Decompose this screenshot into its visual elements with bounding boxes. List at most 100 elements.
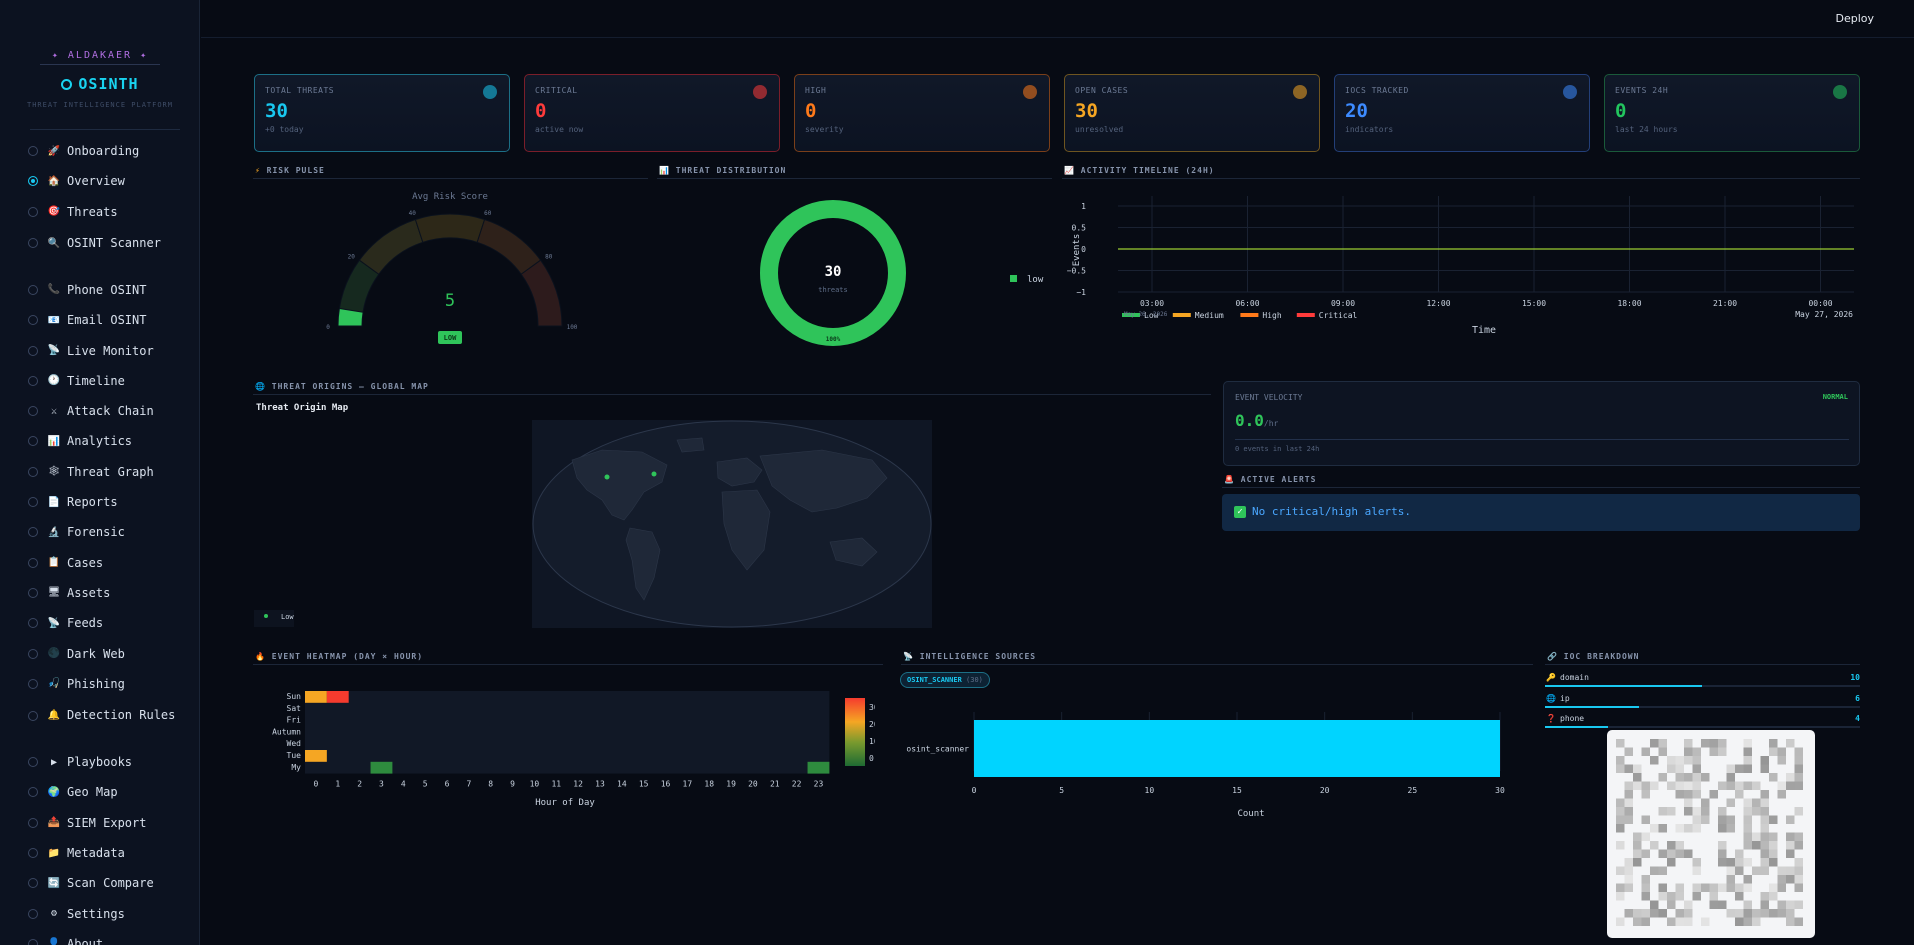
nav-icon: ⚔ (50, 405, 58, 417)
qr-module (1726, 781, 1735, 790)
sidebar-item-detection-rules[interactable]: 🔔 Detection Rules (28, 707, 187, 724)
x-tick: 09:00 (1331, 299, 1355, 308)
ioc-row-phone[interactable]: ❓ phone 4 (1545, 712, 1860, 730)
qr-module (1624, 798, 1633, 807)
qr-module (1641, 747, 1650, 756)
sidebar-item-feeds[interactable]: 📡 Feeds (28, 616, 103, 630)
qr-module (1777, 747, 1786, 756)
qr-module (1650, 824, 1659, 833)
sidebar-item-onboarding[interactable]: 🚀 Onboarding (28, 144, 139, 158)
ioc-row-ip[interactable]: 🌐 ip 6 (1545, 692, 1860, 710)
heatmap-cell[interactable] (305, 691, 327, 703)
sidebar-item-label: About (67, 936, 104, 945)
kpi-label: IOCS TRACKED (1345, 86, 1409, 95)
qr-module (1786, 815, 1795, 824)
qr-module (1692, 747, 1701, 756)
nav-icon: 📋 (47, 557, 61, 569)
sidebar-item-about[interactable]: 👤 About (28, 937, 103, 945)
sidebar-item-email-osint[interactable]: 📧 Email OSINT (28, 313, 146, 327)
y-tick: −1 (1076, 288, 1086, 297)
sidebar-item-assets[interactable]: 🖥 Assets (28, 586, 110, 600)
heatmap-row-label: Tue (287, 751, 302, 760)
heatmap-cell[interactable] (807, 761, 830, 774)
velocity-label: EVENT VELOCITY (1235, 393, 1303, 402)
qr-module (1658, 883, 1667, 892)
qr-module (1752, 866, 1761, 875)
radio-icon (28, 678, 38, 689)
sidebar-item-attack-chain[interactable]: ⚔ Attack Chain (28, 404, 154, 418)
kpi-card-high: HIGH 0 severity (794, 74, 1050, 152)
ioc-count: 4 (1855, 714, 1860, 723)
sidebar-item-settings[interactable]: ⚙ Settings (28, 907, 125, 921)
kpi-label: TOTAL THREATS (265, 86, 335, 95)
qr-module (1633, 764, 1642, 773)
velocity-status: NORMAL (1822, 393, 1848, 401)
sidebar-item-label: Feeds (67, 616, 104, 631)
sidebar-item-timeline[interactable]: 🕐 Timeline (28, 374, 125, 388)
circle-icon (61, 79, 73, 90)
sidebar-item-geo-map[interactable]: 🌍 Geo Map (28, 785, 118, 799)
sidebar-item-phone-osint[interactable]: 📞 Phone OSINT (28, 283, 146, 297)
sidebar-item-live-monitor[interactable]: 📡 Live Monitor (28, 344, 154, 358)
heatmap-cell[interactable] (370, 761, 393, 774)
qr-module (1675, 790, 1684, 799)
heatmap-x-tick: 16 (661, 780, 671, 789)
qr-module (1616, 815, 1625, 824)
source-badge[interactable]: OSINT_SCANNER (30) (900, 672, 990, 688)
sidebar-item-forensic[interactable]: 🔬 Forensic (28, 525, 125, 539)
qr-module (1777, 875, 1786, 884)
qr-module (1718, 781, 1727, 790)
radio-icon (28, 878, 38, 889)
radio-icon (28, 787, 38, 798)
kpi-icon (1293, 85, 1307, 99)
sidebar-item-threat-graph[interactable]: 🕸 Threat Graph (28, 465, 154, 479)
qr-module (1616, 798, 1625, 807)
event-heatmap-chart: SunSatFriAutumnWedTueMy0 1 2 3 4 5 6 7 8 9 10 11 12 1… (272, 691, 875, 808)
sidebar-item-osint-scanner[interactable]: 🔍 OSINT Scanner (28, 235, 187, 252)
sidebar-item-phishing[interactable]: 🎣 Phishing (28, 677, 125, 691)
sidebar-item-label: Threats (67, 204, 118, 219)
sidebar-item-metadata[interactable]: 📁 Metadata (28, 846, 125, 860)
deploy-button[interactable]: Deploy (1835, 12, 1874, 25)
bar-osint_scanner[interactable] (974, 720, 1500, 777)
qr-module (1675, 773, 1684, 782)
world-map[interactable] (532, 420, 932, 628)
y-tick: 0 (1081, 245, 1086, 254)
sidebar-item-reports[interactable]: 📄 Reports (28, 495, 118, 509)
qr-module (1709, 739, 1718, 748)
kpi-icon (1563, 85, 1577, 99)
legend-label: High (1262, 311, 1281, 320)
heatmap-cell[interactable] (326, 691, 349, 703)
divider (901, 664, 1533, 665)
sidebar-item-analytics[interactable]: 📊 Analytics (28, 434, 132, 448)
sidebar-item-label: Timeline (67, 373, 125, 388)
sidebar-item-dark-web[interactable]: 🌑 Dark Web (28, 647, 125, 661)
heatmap-row-label: Fri (287, 716, 302, 725)
donut-center-value: 30 (825, 264, 842, 280)
sidebar-item-cases[interactable]: 📋 Cases (28, 556, 103, 570)
sidebar-item-siem-export[interactable]: 📤 SIEM Export (28, 816, 146, 830)
sidebar-item-overview[interactable]: 🏠 Overview (28, 174, 125, 188)
sidebar-item-label: Attack Chain (67, 404, 154, 419)
sidebar-item-threats[interactable]: 🎯 Threats (28, 205, 118, 219)
qr-module (1760, 858, 1769, 867)
kpi-sub: indicators (1345, 125, 1394, 134)
nav-icon: 📊 (47, 435, 61, 447)
heatmap-cell[interactable] (305, 750, 327, 762)
alert-message: No critical/high alerts. (1252, 505, 1411, 518)
map-marker[interactable] (651, 471, 657, 477)
map-marker[interactable] (604, 474, 610, 480)
section-title-event-heatmap: 🔥 EVENT HEATMAP (DAY × HOUR) (255, 652, 424, 661)
qr-module (1667, 807, 1676, 816)
qr-module (1735, 790, 1744, 799)
sidebar-item-playbooks[interactable]: ▶ Playbooks (28, 755, 132, 769)
qr-module (1684, 917, 1693, 926)
heatmap-x-tick: 19 (726, 780, 736, 789)
qr-module (1769, 832, 1778, 841)
ioc-row-domain[interactable]: 🔑 domain 10 (1545, 671, 1860, 689)
sidebar-item-scan-compare[interactable]: 🔄 Scan Compare (28, 876, 154, 890)
qr-module (1743, 917, 1752, 926)
event-velocity-card: EVENT VELOCITY NORMAL 0.0/hr 0 events in… (1223, 381, 1860, 466)
sidebar-item-label: SIEM Export (67, 815, 147, 830)
x-tick: 10 (1145, 786, 1155, 795)
